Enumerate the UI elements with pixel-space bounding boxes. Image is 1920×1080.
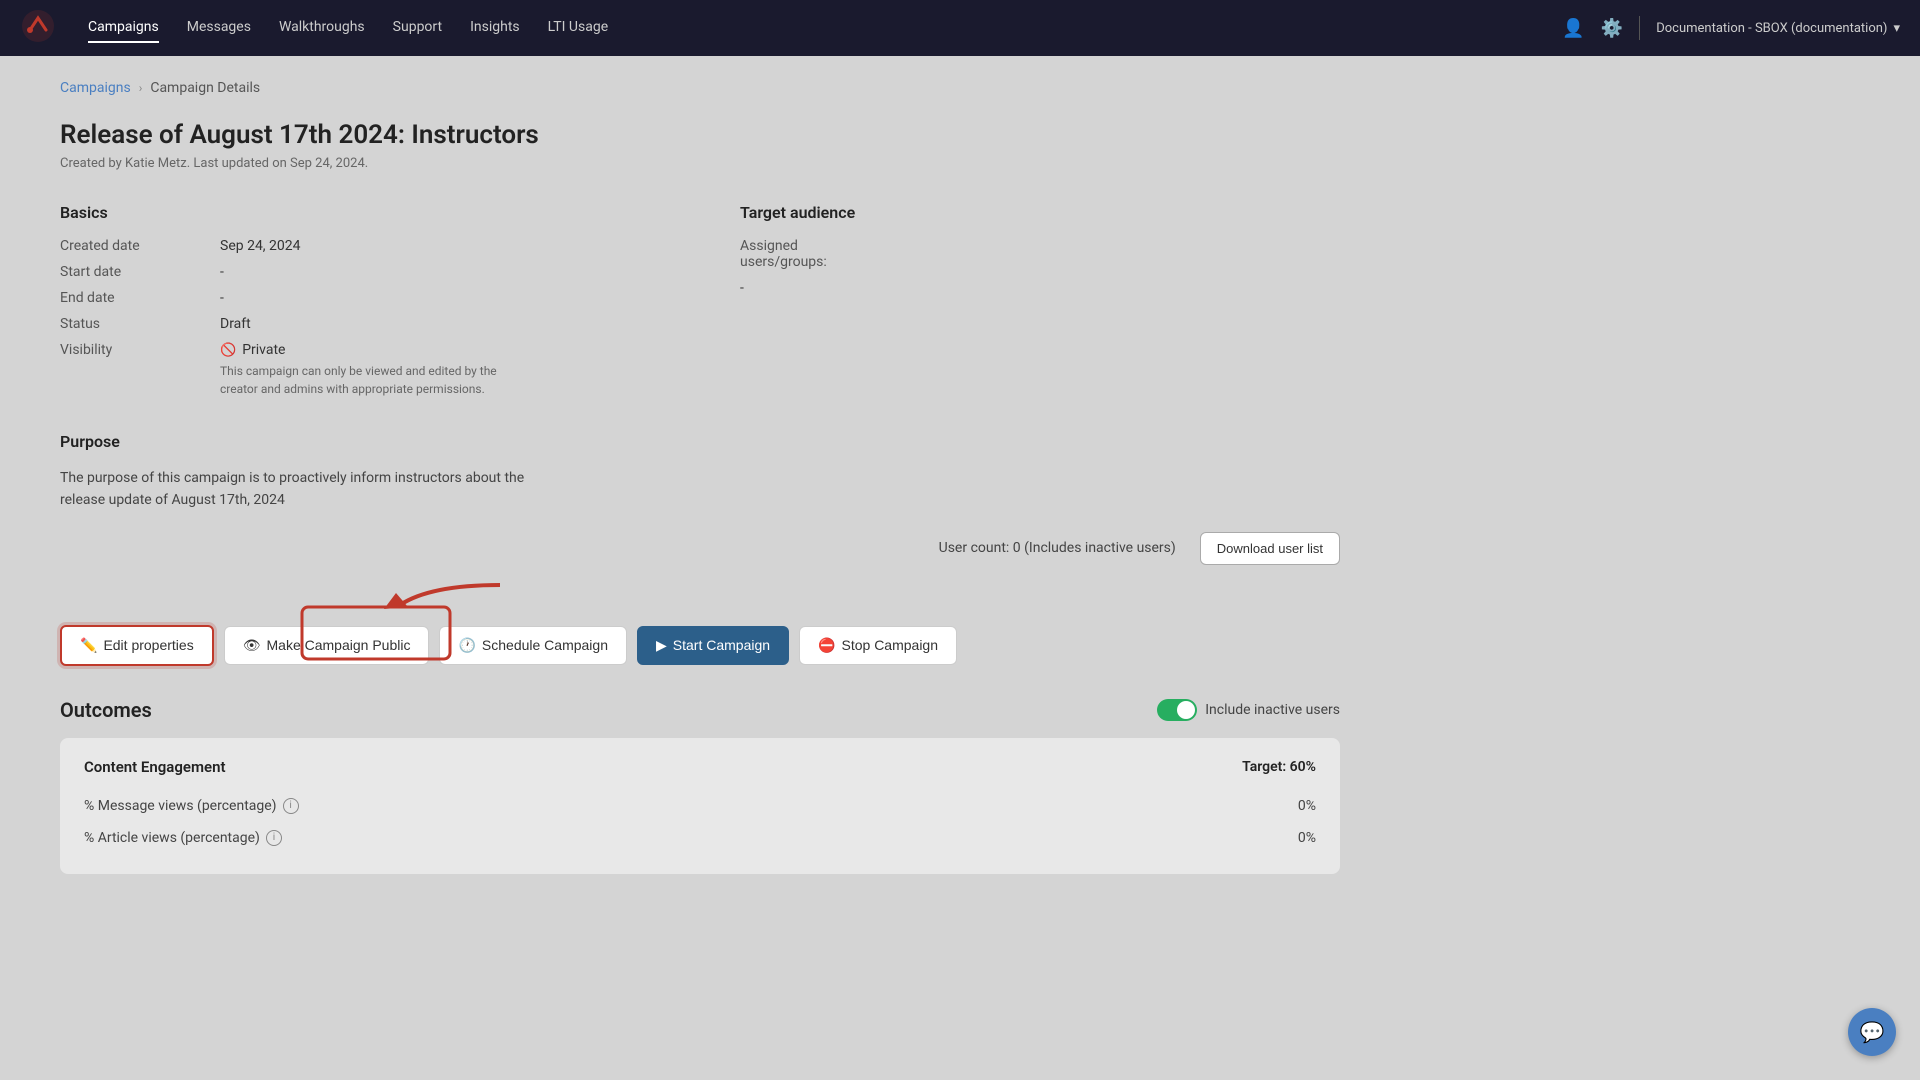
article-views-info-icon[interactable]: i (266, 830, 282, 846)
article-views-row: % Article views (percentage) i 0% (84, 822, 1316, 854)
message-views-row: % Message views (percentage) i 0% (84, 790, 1316, 822)
basics-col: Basics Created date Sep 24, 2024 Start d… (60, 203, 660, 408)
help-button[interactable]: 💬 (1848, 1008, 1896, 1056)
nav-divider (1639, 16, 1640, 40)
target-audience-heading: Target audience (740, 203, 1340, 222)
download-user-list-button[interactable]: Download user list (1200, 532, 1340, 565)
purpose-text: The purpose of this campaign is to proac… (60, 467, 560, 512)
top-nav: Campaigns Messages Walkthroughs Support … (0, 0, 1920, 56)
visibility-note: This campaign can only be viewed and edi… (220, 362, 520, 398)
nav-right: 👤 ⚙️ Documentation - SBOX (documentation… (1562, 16, 1900, 40)
edit-properties-label: Edit properties (103, 637, 193, 653)
purpose-heading: Purpose (60, 432, 1340, 451)
status-label: Status (60, 316, 180, 332)
stop-campaign-label: Stop Campaign (842, 637, 939, 653)
outcomes-header: Outcomes Include inactive users (60, 698, 1340, 722)
nav-links: Campaigns Messages Walkthroughs Support … (88, 13, 1530, 43)
chevron-down-icon: ▾ (1893, 21, 1900, 36)
engagement-target: Target: 60% (1242, 759, 1316, 775)
stop-campaign-button[interactable]: ⛔ Stop Campaign (799, 626, 957, 665)
page-subtitle: Created by Katie Metz. Last updated on S… (60, 156, 1340, 171)
breadcrumb-separator: › (139, 81, 143, 95)
message-views-label: % Message views (percentage) (84, 798, 277, 814)
chat-icon: 💬 (1860, 1020, 1885, 1044)
main-content: Campaigns › Campaign Details Release of … (0, 56, 1400, 898)
include-inactive-toggle[interactable] (1157, 699, 1197, 721)
make-public-button[interactable]: 👁 Make Campaign Public (224, 626, 430, 665)
nav-messages[interactable]: Messages (187, 13, 251, 43)
basics-heading: Basics (60, 203, 660, 222)
start-campaign-label: Start Campaign (673, 637, 770, 653)
start-date-label: Start date (60, 264, 180, 280)
include-inactive-row: Include inactive users (1157, 699, 1340, 721)
start-date-row: Start date - (60, 264, 660, 280)
message-views-info-icon[interactable]: i (283, 798, 299, 814)
visibility-label: Visibility (60, 342, 180, 398)
article-views-label: % Article views (percentage) (84, 830, 260, 846)
status-value: Draft (220, 316, 251, 332)
article-views-value: 0% (1298, 830, 1316, 846)
breadcrumb-campaigns[interactable]: Campaigns (60, 80, 131, 96)
user-count-text: User count: 0 (Includes inactive users) (939, 540, 1176, 556)
include-inactive-label: Include inactive users (1205, 702, 1340, 718)
nav-walkthroughs[interactable]: Walkthroughs (279, 13, 365, 43)
start-campaign-button[interactable]: ▶ Start Campaign (637, 626, 789, 665)
user-count-row: User count: 0 (Includes inactive users) … (60, 532, 1340, 565)
make-public-label: Make Campaign Public (267, 637, 411, 653)
engagement-header: Content Engagement Target: 60% (84, 758, 1316, 776)
created-date-value: Sep 24, 2024 (220, 238, 301, 254)
workspace-selector[interactable]: Documentation - SBOX (documentation) ▾ (1656, 21, 1900, 36)
article-views-label-group: % Article views (percentage) i (84, 830, 282, 846)
nav-support[interactable]: Support (393, 13, 442, 43)
nav-campaigns[interactable]: Campaigns (88, 13, 159, 43)
created-date-row: Created date Sep 24, 2024 (60, 238, 660, 254)
assigned-label: Assigned users/groups: (740, 238, 860, 270)
assigned-row: Assigned users/groups: (740, 238, 1340, 270)
logo (20, 8, 56, 48)
assigned-value: - (740, 280, 744, 296)
nav-insights[interactable]: Insights (470, 13, 520, 43)
purpose-section: Purpose The purpose of this campaign is … (60, 432, 1340, 512)
schedule-campaign-label: Schedule Campaign (482, 637, 608, 653)
message-views-value: 0% (1298, 798, 1316, 814)
content-engagement-card: Content Engagement Target: 60% % Message… (60, 738, 1340, 874)
created-date-label: Created date (60, 238, 180, 254)
end-date-value: - (220, 290, 224, 306)
engagement-title: Content Engagement (84, 758, 225, 776)
page-title: Release of August 17th 2024: Instructors (60, 120, 1340, 150)
breadcrumb: Campaigns › Campaign Details (60, 80, 1340, 96)
target-audience-col: Target audience Assigned users/groups: - (740, 203, 1340, 408)
message-views-label-group: % Message views (percentage) i (84, 798, 299, 814)
stop-icon: ⛔ (818, 637, 835, 654)
edit-icon: ✏️ (80, 637, 97, 654)
breadcrumb-current: Campaign Details (150, 80, 260, 96)
visibility-value-group: 🚫 Private This campaign can only be view… (220, 342, 520, 398)
eye-icon: 👁 (243, 637, 261, 654)
visibility-value: Private (242, 342, 285, 358)
status-row: Status Draft (60, 316, 660, 332)
end-date-row: End date - (60, 290, 660, 306)
outcomes-title: Outcomes (60, 698, 152, 722)
nav-lti-usage[interactable]: LTI Usage (548, 13, 609, 43)
basics-section: Basics Created date Sep 24, 2024 Start d… (60, 203, 1340, 408)
user-icon[interactable]: 👤 (1562, 18, 1584, 39)
start-date-value: - (220, 264, 224, 280)
edit-properties-button[interactable]: ✏️ Edit properties (60, 625, 214, 666)
end-date-label: End date (60, 290, 180, 306)
visibility-row: Visibility 🚫 Private This campaign can o… (60, 342, 660, 398)
schedule-campaign-button[interactable]: 🕐 Schedule Campaign (439, 626, 627, 665)
settings-icon[interactable]: ⚙️ (1601, 18, 1623, 39)
play-icon: ▶ (656, 637, 667, 654)
action-buttons-row: ✏️ Edit properties 👁 Make Campaign Publi… (60, 625, 1340, 666)
eye-slash-icon: 🚫 (220, 343, 236, 358)
clock-icon: 🕐 (458, 637, 475, 654)
outcomes-section: Outcomes Include inactive users Content … (60, 698, 1340, 874)
assigned-value-row: - (740, 280, 1340, 296)
workspace-label: Documentation - SBOX (documentation) (1656, 21, 1887, 36)
